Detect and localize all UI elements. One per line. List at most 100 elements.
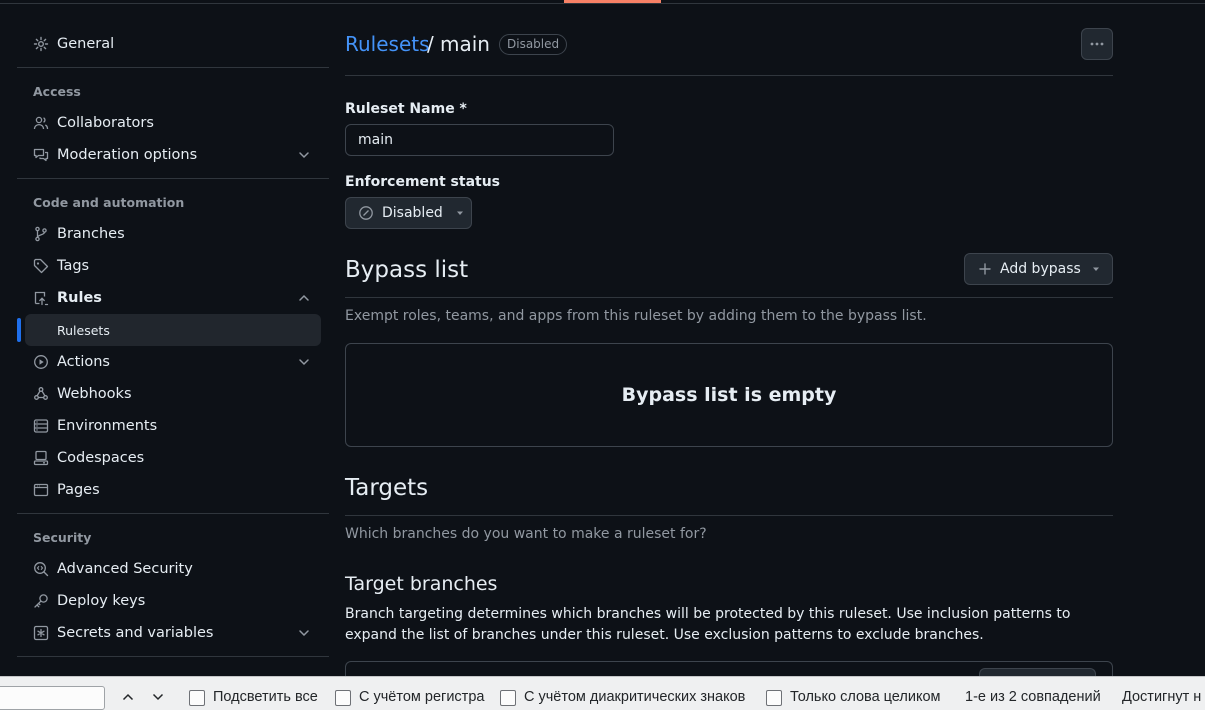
match-case-label[interactable]: С учётом регистра — [359, 689, 484, 705]
sidebar-item-deploy-keys[interactable]: Deploy keys — [17, 585, 329, 617]
target-branches-description: Branch targeting determines which branch… — [345, 606, 1071, 643]
sidebar-item-rulesets[interactable]: Rulesets — [17, 314, 321, 346]
sidebar-item-webhooks[interactable]: Webhooks — [17, 378, 329, 410]
asterisk-icon — [33, 625, 49, 641]
find-next-button[interactable] — [149, 688, 167, 706]
ruleset-name-input[interactable] — [345, 124, 614, 156]
enforcement-status-dropdown[interactable]: Disabled — [345, 197, 472, 229]
sidebar-item-label: Branches — [57, 226, 125, 242]
sidebar-item-secrets[interactable]: Secrets and variables — [17, 617, 329, 649]
sidebar-item-environments[interactable]: Environments — [17, 410, 329, 442]
chevron-up-icon[interactable] — [297, 291, 311, 305]
sidebar-item-pages[interactable]: Pages — [17, 474, 329, 506]
sidebar-item-label: Environments — [57, 418, 158, 434]
chevron-down-icon[interactable] — [297, 626, 311, 640]
sidebar-divider — [17, 178, 329, 179]
whole-words-checkbox[interactable] — [766, 690, 782, 706]
targets-heading: Targets — [345, 475, 429, 501]
browser-icon — [33, 482, 49, 498]
sidebar-item-label: Tags — [57, 258, 90, 274]
settings-sidebar: General Access Collaborators Moderation … — [17, 28, 329, 671]
whole-words-label[interactable]: Только слова целиком — [790, 689, 940, 705]
add-bypass-button[interactable]: Add bypass — [964, 253, 1113, 285]
sidebar-item-label: Actions — [57, 354, 110, 370]
bypass-divider — [345, 297, 1113, 298]
sidebar-item-label: Rules — [57, 290, 102, 306]
sidebar-item-label: Rulesets — [57, 322, 110, 338]
page-header: Rulesets / main Disabled — [345, 28, 1113, 62]
match-diacritics-label[interactable]: С учётом диакритических знаков — [524, 689, 745, 705]
header-divider — [345, 75, 1113, 76]
find-input[interactable] — [0, 686, 105, 710]
breadcrumb-separator: / — [427, 32, 434, 56]
sidebar-item-label: Secrets and variables — [57, 625, 214, 641]
webhook-icon — [33, 386, 49, 402]
sidebar-item-advanced-security[interactable]: Advanced Security — [17, 553, 329, 585]
sidebar-item-moderation[interactable]: Moderation options — [17, 139, 329, 171]
breadcrumb-rulesets-link[interactable]: Rulesets — [345, 32, 430, 56]
sidebar-section-access: Access — [33, 84, 81, 99]
enforcement-status-value: Disabled — [382, 205, 443, 221]
circle-slash-icon — [358, 205, 374, 221]
server-icon — [33, 418, 49, 434]
chevron-up-icon — [122, 693, 134, 701]
highlight-all-checkbox[interactable] — [189, 690, 205, 706]
sidebar-item-general[interactable]: General — [17, 28, 329, 60]
match-case-checkbox[interactable] — [335, 690, 351, 706]
find-previous-button[interactable] — [119, 688, 137, 706]
bypass-empty-text: Bypass list is empty — [621, 384, 837, 406]
sidebar-item-label: General — [57, 36, 115, 52]
chevron-down-icon[interactable] — [297, 148, 311, 162]
targets-description: Which branches do you want to make a rul… — [345, 526, 707, 542]
top-divider — [0, 3, 1205, 4]
status-badge: Disabled — [499, 34, 568, 55]
git-branch-icon — [33, 226, 49, 242]
sidebar-item-label: Moderation options — [57, 147, 198, 163]
people-icon — [33, 115, 49, 131]
sidebar-divider — [17, 513, 329, 514]
sidebar-item-codespaces[interactable]: Codespaces — [17, 442, 329, 474]
find-status-message: Достигнут н — [1122, 689, 1202, 705]
repo-push-icon — [33, 290, 49, 306]
kebab-horizontal-icon — [1090, 42, 1104, 46]
sidebar-divider — [17, 67, 329, 68]
match-count: 1-е из 2 совпадений — [965, 689, 1101, 705]
sidebar-item-label: Webhooks — [57, 386, 132, 402]
bypass-list-heading: Bypass list — [345, 257, 469, 283]
gear-icon — [33, 36, 49, 52]
triangle-down-icon — [1091, 264, 1101, 274]
highlight-all-label[interactable]: Подсветить все — [213, 689, 318, 705]
sidebar-divider — [17, 656, 329, 657]
sidebar-item-actions[interactable]: Actions — [17, 346, 329, 378]
sidebar-section-code: Code and automation — [33, 195, 185, 210]
sidebar-item-label: Deploy keys — [57, 593, 146, 609]
play-icon — [33, 354, 49, 370]
chevron-down-icon[interactable] — [297, 355, 311, 369]
codespaces-icon — [33, 450, 49, 466]
sidebar-section-security: Security — [33, 530, 92, 545]
target-branches-heading: Target branches — [345, 573, 498, 595]
add-bypass-label: Add bypass — [1000, 261, 1081, 277]
sidebar-item-tags[interactable]: Tags — [17, 250, 329, 282]
sidebar-item-branches[interactable]: Branches — [17, 218, 329, 250]
ruleset-name-label: Ruleset Name * — [345, 101, 467, 117]
enforcement-status-label: Enforcement status — [345, 174, 501, 190]
sidebar-item-label: Codespaces — [57, 450, 145, 466]
codescan-icon — [33, 561, 49, 577]
sidebar-item-collaborators[interactable]: Collaborators — [17, 107, 329, 139]
find-in-page-bar: Подсветить все С учётом регистра С учёто… — [0, 676, 1205, 710]
targets-divider — [345, 515, 1113, 516]
key-icon — [33, 593, 49, 609]
sidebar-item-rules[interactable]: Rules — [17, 282, 329, 314]
sidebar-item-label: Collaborators — [57, 115, 154, 131]
plus-icon — [979, 263, 991, 275]
chevron-down-icon — [152, 693, 164, 701]
bypass-empty-state: Bypass list is empty — [345, 343, 1113, 447]
tag-icon — [33, 258, 49, 274]
bypass-description: Exempt roles, teams, and apps from this … — [345, 308, 927, 324]
sidebar-item-label: Pages — [57, 482, 100, 498]
more-options-button[interactable] — [1081, 28, 1113, 60]
match-diacritics-checkbox[interactable] — [500, 690, 516, 706]
triangle-down-icon — [455, 208, 465, 218]
sidebar-item-label: Advanced Security — [57, 561, 193, 577]
